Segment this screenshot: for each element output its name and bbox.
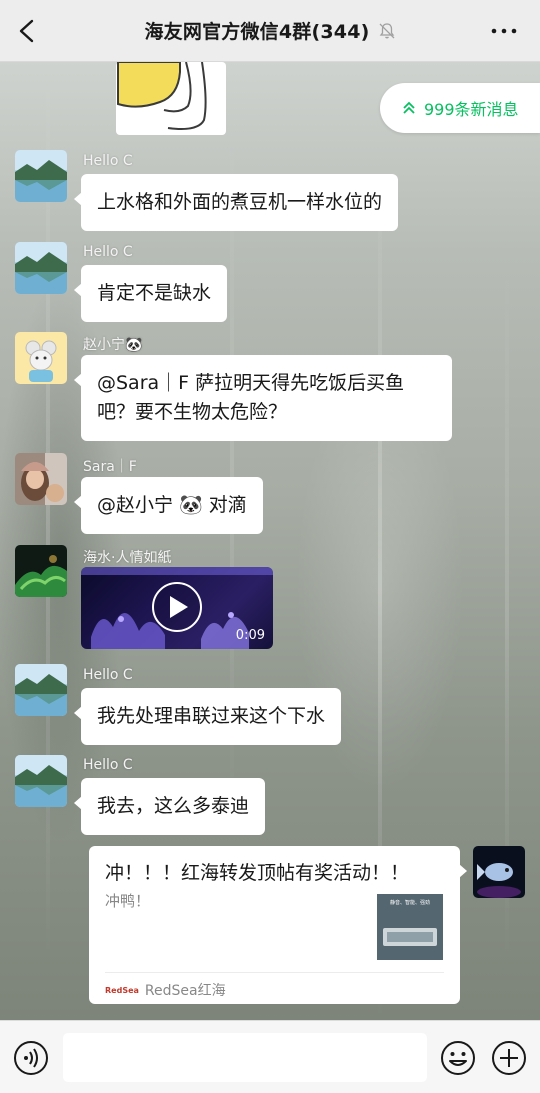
- message-bubble[interactable]: 上水格和外面的煮豆机一样水位的: [73, 174, 399, 231]
- message-text-line: 吧？要不生物太危险？: [97, 401, 288, 423]
- link-card[interactable]: 冲！！！红海转发顶帖有奖活动！！ 冲鸭！ 静音、智能、强劲 RedSea Red…: [89, 846, 467, 1004]
- avatar[interactable]: [15, 545, 67, 597]
- message-bubble[interactable]: 肯定不是缺水: [73, 265, 228, 322]
- avatar[interactable]: [15, 332, 67, 384]
- plus-circle-icon[interactable]: [491, 1040, 527, 1076]
- bell-mute-icon: [379, 22, 394, 38]
- sender-name: Hello C: [83, 244, 133, 260]
- message-bubble[interactable]: @Sara｜F 萨拉明天得先吃饭后买鱼 吧？要不生物太危险？: [74, 355, 452, 441]
- sender-name: 海水·人情如紙: [83, 550, 172, 566]
- message-input[interactable]: [63, 1033, 427, 1082]
- input-bar: [0, 1020, 540, 1093]
- message-bubble[interactable]: 我先处理串联过来这个下水: [73, 688, 342, 745]
- avatar[interactable]: [15, 755, 67, 807]
- link-card-source: RedSea RedSea红海: [105, 980, 226, 1000]
- link-card-source-name: RedSea红海: [144, 983, 226, 999]
- redsea-logo: RedSea: [105, 985, 139, 995]
- message-text-line: @Sara｜F 萨拉明天得先吃饭后买鱼: [97, 372, 405, 394]
- chat-header: 海友网官方微信4群(344): [0, 0, 540, 62]
- divider: [105, 972, 444, 973]
- avatar[interactable]: [15, 242, 67, 294]
- new-messages-button[interactable]: 999条新消息: [380, 83, 540, 133]
- sticker-image[interactable]: [108, 62, 232, 136]
- link-card-thumbnail: 静音、智能、强劲: [377, 894, 443, 960]
- video-message[interactable]: 0:09: [81, 567, 273, 649]
- thumb-caption: 静音、智能、强劲: [389, 900, 430, 906]
- sender-name: 赵小宁🐼: [83, 337, 143, 353]
- voice-icon[interactable]: [13, 1040, 49, 1076]
- chat-title: 海友网官方微信4群(344): [144, 21, 370, 43]
- sender-name: Hello C: [83, 667, 133, 683]
- avatar[interactable]: [15, 453, 67, 505]
- avatar[interactable]: [15, 150, 67, 202]
- more-dots-icon[interactable]: [490, 19, 518, 43]
- double-chevron-up-icon: [403, 101, 415, 114]
- message-bubble[interactable]: 我去，这么多泰迪: [73, 778, 266, 835]
- avatar[interactable]: [15, 664, 67, 716]
- sender-name: Sara｜F: [83, 459, 137, 475]
- message-bubble[interactable]: @赵小宁 🐼 对滴: [74, 477, 263, 534]
- link-card-title: 冲！！！红海转发顶帖有奖活动！！: [105, 862, 410, 884]
- new-messages-label: 999条新消息: [424, 100, 519, 119]
- emoji-icon[interactable]: [440, 1040, 476, 1076]
- video-duration: 0:09: [235, 628, 265, 643]
- sender-name: Hello C: [83, 757, 133, 773]
- my-avatar[interactable]: [473, 846, 525, 898]
- link-card-desc: 冲鸭！: [105, 892, 151, 910]
- sender-name: Hello C: [83, 153, 133, 169]
- chevron-left-icon[interactable]: [14, 17, 40, 45]
- title-wrap: 海友网官方微信4群(344): [144, 17, 395, 44]
